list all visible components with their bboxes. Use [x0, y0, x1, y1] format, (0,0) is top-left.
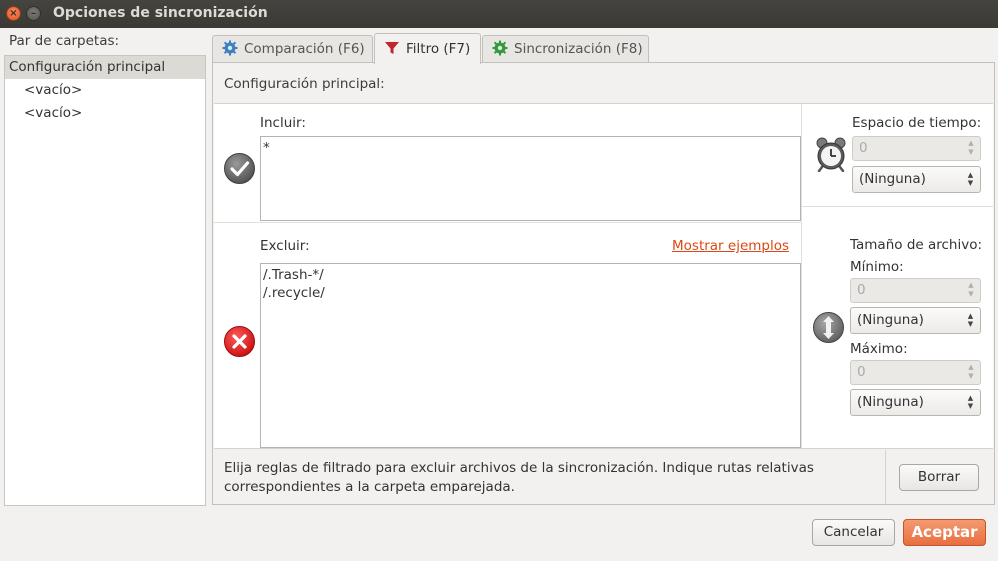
filter-rules-area: Incluir: * Excluir: Mostrar ejemplos /.T… [214, 103, 993, 449]
timespan-value: 0 [859, 140, 868, 156]
hint-divider [885, 450, 886, 505]
min-size-unit-value: (Ninguna) [857, 312, 924, 328]
gear-green-icon [492, 40, 508, 56]
accept-button[interactable]: Aceptar [903, 519, 986, 546]
min-size-unit-select[interactable]: (Ninguna) ▲ ▼ [850, 307, 981, 334]
min-size-value: 0 [857, 282, 866, 298]
max-size-value: 0 [857, 364, 866, 380]
combo-arrows-icon: ▲ ▼ [967, 394, 974, 410]
alarm-clock-icon [816, 137, 846, 172]
exclude-textarea[interactable]: /.Trash-*/ /.recycle/ [260, 263, 801, 448]
timespan-spinner: 0 ▲ ▼ [852, 136, 981, 161]
title-bar: × – Opciones de sincronización [0, 0, 998, 28]
exclude-label: Excluir: [260, 238, 310, 254]
folder-pair-item-main[interactable]: Configuración principal [5, 56, 205, 79]
filesize-label: Tamaño de archivo: [850, 237, 983, 253]
minimize-icon: – [31, 8, 36, 19]
timespan-unit-select[interactable]: (Ninguna) ▲ ▼ [852, 166, 981, 193]
window-title: Opciones de sincronización [53, 5, 268, 21]
time-size-divider [802, 206, 993, 207]
include-textarea[interactable]: * [260, 136, 801, 221]
max-size-spinner: 0 ▲ ▼ [850, 360, 981, 385]
config-title: Configuración principal: [224, 76, 385, 92]
close-icon: × [9, 8, 18, 19]
cancel-button[interactable]: Cancelar [812, 519, 895, 546]
window-close-button[interactable]: × [6, 6, 21, 21]
timespan-label: Espacio de tiempo: [852, 115, 982, 131]
file-size-icon [813, 312, 844, 343]
show-examples-link[interactable]: Mostrar ejemplos [672, 238, 789, 254]
include-exclude-divider [214, 222, 801, 223]
tab-synchronization-label: Sincronización (F8) [514, 41, 643, 57]
window-minimize-button[interactable]: – [26, 6, 41, 21]
tab-filter-label: Filtro (F7) [406, 41, 471, 57]
spinner-arrows-icon: ▲ ▼ [968, 139, 974, 156]
spinner-arrows-icon: ▲ ▼ [968, 363, 974, 380]
max-size-label: Máximo: [850, 341, 908, 357]
combo-arrows-icon: ▲ ▼ [967, 171, 974, 187]
tab-comparison[interactable]: Comparación (F6) [212, 35, 373, 63]
tab-filter[interactable]: Filtro (F7) [374, 33, 481, 64]
timespan-unit-value: (Ninguna) [859, 171, 926, 187]
max-size-unit-select[interactable]: (Ninguna) ▲ ▼ [850, 389, 981, 416]
folder-pair-list: Configuración principal <vacío> <vacío> [4, 55, 206, 506]
max-size-unit-value: (Ninguna) [857, 394, 924, 410]
filter-panel: Configuración principal: Incluir: * Excl… [212, 62, 995, 505]
combo-arrows-icon: ▲ ▼ [967, 312, 974, 328]
clear-button[interactable]: Borrar [899, 464, 979, 491]
column-divider [801, 104, 802, 448]
min-size-label: Mínimo: [850, 259, 904, 275]
funnel-icon [385, 42, 399, 54]
min-size-spinner: 0 ▲ ▼ [850, 278, 981, 303]
gear-blue-icon [222, 40, 238, 56]
tab-comparison-label: Comparación (F6) [244, 41, 365, 57]
include-label: Incluir: [260, 115, 306, 131]
include-check-icon [224, 153, 255, 184]
filter-hint: Elija reglas de filtrado para excluir ar… [224, 460, 814, 495]
folder-pair-label: Par de carpetas: [9, 33, 120, 49]
exclude-x-icon [224, 326, 255, 357]
tab-synchronization[interactable]: Sincronización (F8) [482, 35, 649, 63]
folder-pair-item-empty-2[interactable]: <vacío> [5, 102, 205, 125]
folder-pair-item-empty-1[interactable]: <vacío> [5, 79, 205, 102]
spinner-arrows-icon: ▲ ▼ [968, 281, 974, 298]
